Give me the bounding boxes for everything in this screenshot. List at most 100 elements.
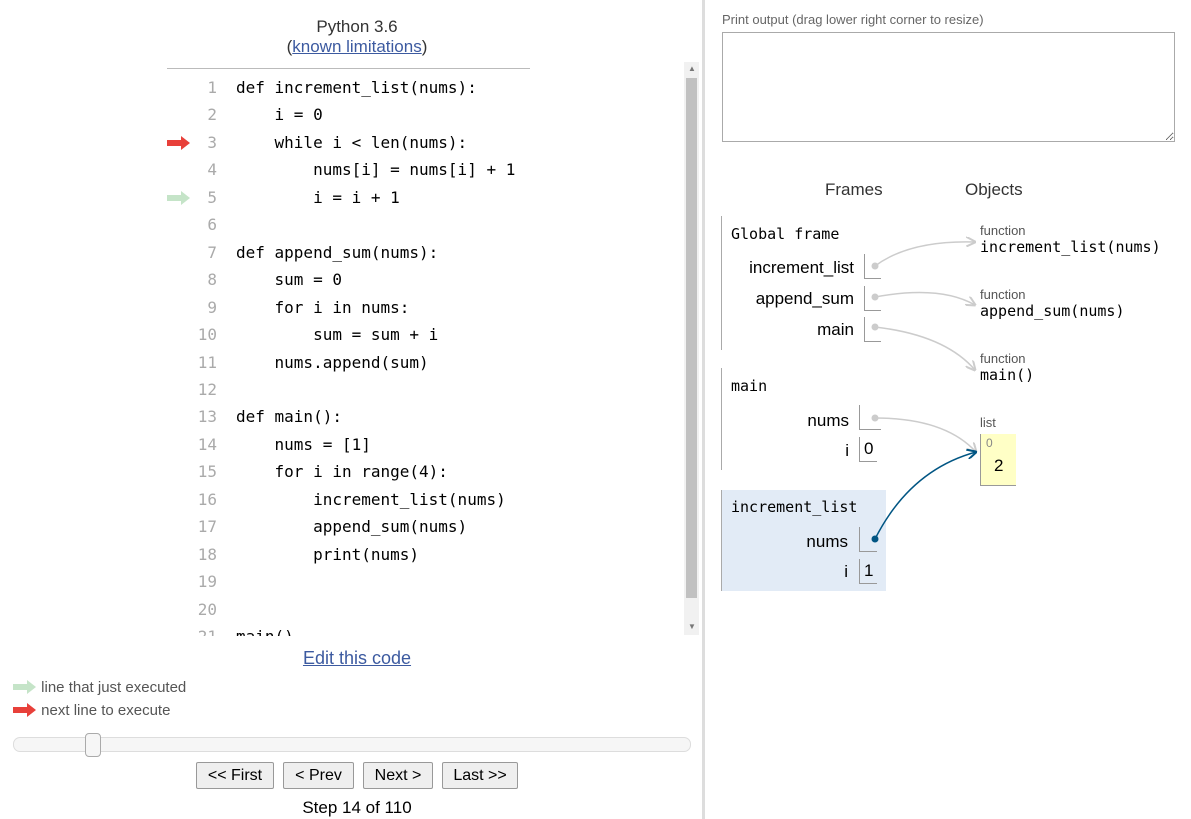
line-code: sum = 0 bbox=[236, 270, 342, 290]
line-code: nums.append(sum) bbox=[236, 352, 429, 372]
code-line: 5 i = i + 1 bbox=[167, 184, 530, 211]
object-value: main() bbox=[980, 366, 1035, 384]
limitations: (known limitations) bbox=[286, 37, 428, 56]
language-label: Python 3.6 bbox=[316, 17, 398, 36]
var-value: 0 bbox=[859, 437, 877, 462]
scroll-up-icon[interactable]: ▲ bbox=[688, 64, 696, 73]
language-header: Python 3.6 (known limitations) bbox=[167, 17, 547, 57]
code-line: 14 nums = [1] bbox=[167, 431, 530, 458]
code-line: 17 append_sum(nums) bbox=[167, 513, 530, 540]
legend-executed-label: line that just executed bbox=[41, 679, 187, 696]
line-number: 9 bbox=[207, 297, 217, 317]
var-pointer-box bbox=[859, 405, 881, 430]
frame-name: Global frame bbox=[731, 225, 840, 243]
line-code: nums[i] = nums[i] + 1 bbox=[236, 160, 516, 180]
code-line: 13 def main(): bbox=[167, 403, 530, 430]
object-type: function bbox=[980, 287, 1026, 302]
code-line: 8 sum = 0 bbox=[167, 266, 530, 293]
code-line: 16 increment_list(nums) bbox=[167, 486, 530, 513]
object-type: function bbox=[980, 351, 1026, 366]
print-output-textarea[interactable] bbox=[722, 32, 1175, 142]
line-number: 20 bbox=[197, 599, 217, 619]
code-display: 1 def increment_list(nums): 2 i = 03 while… bbox=[167, 68, 530, 636]
line-number: 21 bbox=[167, 623, 217, 636]
pane-divider[interactable] bbox=[702, 0, 705, 819]
object-value: append_sum(nums) bbox=[980, 302, 1125, 320]
list-type: list bbox=[980, 415, 996, 430]
code-scrollbar-thumb[interactable] bbox=[686, 78, 697, 598]
line-code: def append_sum(nums): bbox=[236, 242, 439, 262]
function-object: function append_sum(nums) bbox=[980, 287, 1125, 320]
code-line: 6 bbox=[167, 211, 530, 238]
var-name: main bbox=[817, 320, 854, 339]
scroll-down-icon[interactable]: ▼ bbox=[688, 622, 696, 631]
code-line: 12 bbox=[167, 376, 530, 403]
line-number: 2 bbox=[207, 105, 217, 125]
line-code: increment_list(nums) bbox=[236, 489, 506, 509]
line-code: main() bbox=[236, 623, 294, 636]
code-line: 15 for i in range(4): bbox=[167, 458, 530, 485]
last-button[interactable]: Last >> bbox=[442, 762, 518, 789]
var-name: append_sum bbox=[755, 289, 854, 308]
global-frame: Global frame increment_list append_sum m… bbox=[721, 216, 887, 350]
arrow-main bbox=[871, 323, 976, 371]
edit-code-link[interactable]: Edit this code bbox=[167, 648, 547, 669]
list-value: 2 bbox=[994, 456, 1004, 475]
code-line: 10 sum = sum + i bbox=[167, 321, 530, 348]
step-slider-handle[interactable] bbox=[85, 733, 101, 757]
step-counter: Step 14 of 110 bbox=[302, 798, 412, 817]
line-number: 14 bbox=[197, 434, 217, 454]
line-number: 7 bbox=[207, 242, 217, 262]
code-line: 4 nums[i] = nums[i] + 1 bbox=[167, 156, 530, 183]
step-slider[interactable] bbox=[13, 737, 691, 752]
line-number: 5 bbox=[207, 187, 217, 207]
main-frame: main nums i 0 bbox=[721, 368, 887, 470]
line-number: 4 bbox=[207, 160, 217, 180]
line-number: 10 bbox=[197, 325, 217, 345]
var-value: 1 bbox=[859, 559, 877, 584]
arrow-increment-list bbox=[871, 242, 976, 270]
print-output-label: Print output (drag lower right corner to… bbox=[722, 12, 984, 27]
list-object: 0 2 bbox=[980, 434, 1016, 486]
list-index: 0 bbox=[986, 436, 993, 450]
arrow-append-sum bbox=[871, 291, 976, 306]
green-arrow-icon bbox=[13, 680, 36, 694]
arrow-main-nums bbox=[871, 414, 977, 453]
red-arrow-icon bbox=[13, 703, 36, 717]
known-limitations-link[interactable]: known limitations bbox=[292, 37, 421, 56]
prev-button[interactable]: < Prev bbox=[283, 762, 354, 789]
code-line: 20 bbox=[167, 596, 530, 623]
line-code: while i < len(nums): bbox=[236, 132, 468, 152]
code-line: 2 i = 0 bbox=[167, 101, 530, 128]
line-number: 18 bbox=[197, 544, 217, 564]
frames-header: Frames bbox=[825, 180, 883, 199]
next-button[interactable]: Next > bbox=[363, 762, 433, 789]
line-number: 1 bbox=[207, 78, 217, 97]
frame-name: increment_list bbox=[731, 498, 858, 516]
line-code: nums = [1] bbox=[236, 434, 371, 454]
legend-executed: line that just executed bbox=[13, 679, 186, 696]
line-number: 13 bbox=[197, 407, 217, 427]
line-number: 8 bbox=[207, 270, 217, 290]
arrow-active-nums bbox=[871, 452, 977, 543]
first-button[interactable]: << First bbox=[196, 762, 274, 789]
line-code: append_sum(nums) bbox=[236, 517, 468, 537]
var-name: nums bbox=[807, 411, 849, 430]
code-line: 21 main() bbox=[167, 623, 530, 636]
line-number: 16 bbox=[197, 489, 217, 509]
line-number: 11 bbox=[197, 352, 217, 372]
code-line: 9 for i in nums: bbox=[167, 294, 530, 321]
line-number: 6 bbox=[207, 215, 217, 235]
frame-name: main bbox=[731, 377, 768, 395]
code-line: 7 def append_sum(nums): bbox=[167, 239, 530, 266]
line-number: 12 bbox=[197, 379, 217, 399]
line-code: print(nums) bbox=[236, 544, 420, 564]
var-name: increment_list bbox=[749, 258, 854, 277]
line-code: def increment_list(nums): bbox=[236, 78, 477, 97]
code-line: 18 print(nums) bbox=[167, 541, 530, 568]
line-code: i = 0 bbox=[236, 105, 323, 125]
line-number: 19 bbox=[197, 572, 217, 592]
function-object: function increment_list(nums) bbox=[980, 223, 1161, 256]
var-name: nums bbox=[806, 532, 848, 551]
line-code: sum = sum + i bbox=[236, 325, 439, 345]
